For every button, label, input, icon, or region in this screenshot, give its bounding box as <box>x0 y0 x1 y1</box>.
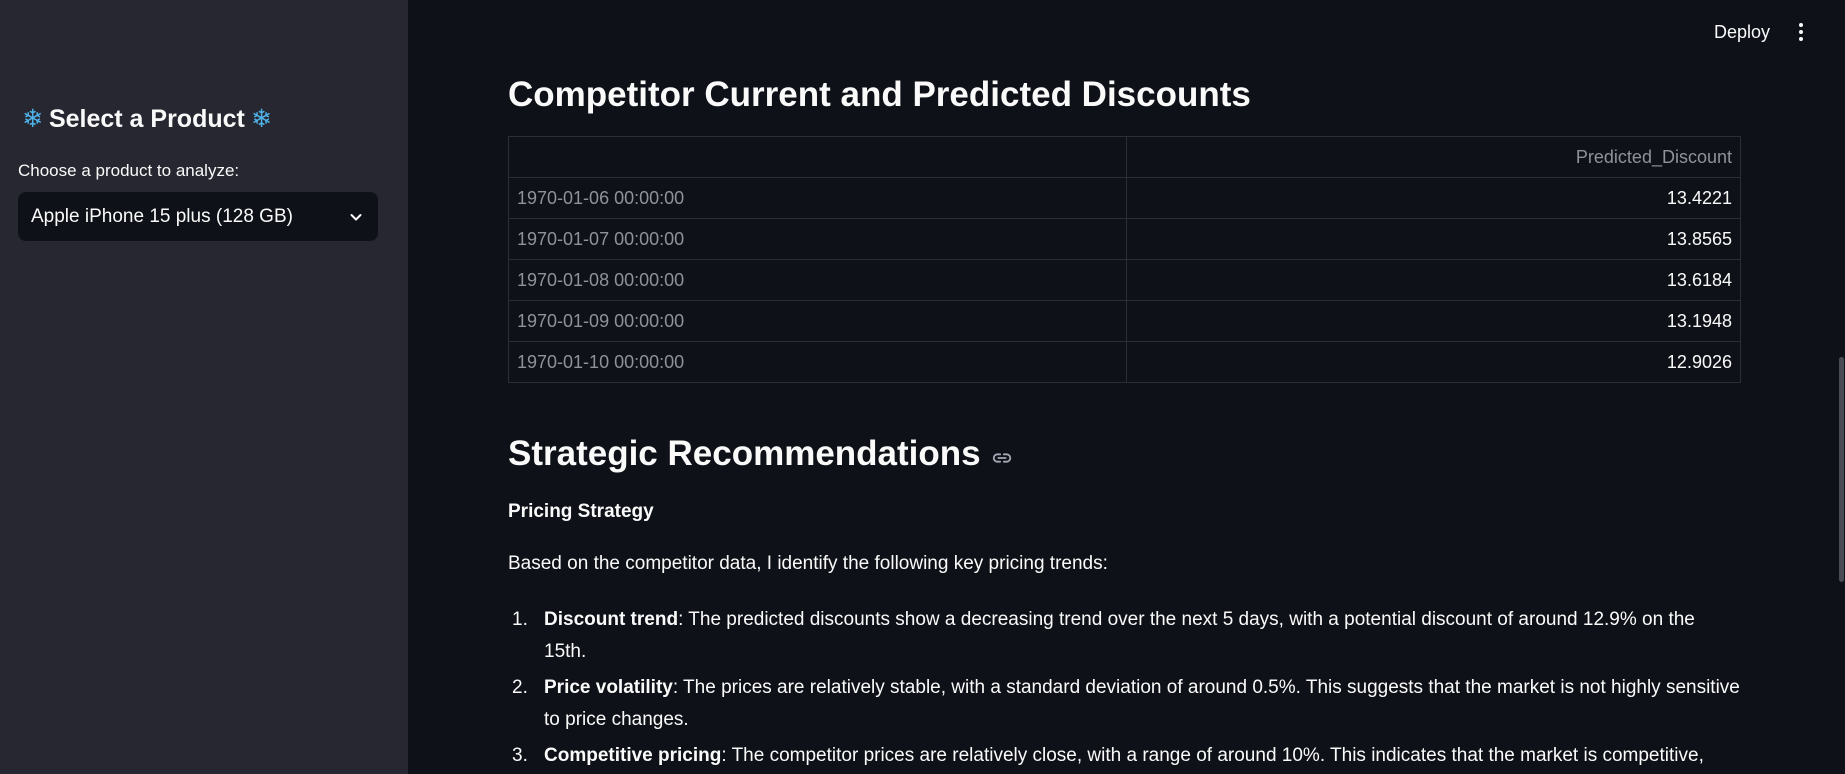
list-item-term: Discount trend <box>544 609 679 630</box>
list-item-text: : The predicted discounts show a decreas… <box>544 609 1695 662</box>
list-item: 2. Price volatility: The prices are rela… <box>508 672 1740 736</box>
pricing-strategy-label: Pricing Strategy <box>508 501 654 522</box>
table-row: 1970-01-06 00:00:00 13.4221 <box>508 177 1741 219</box>
sidebar: ❄ Select a Product ❄ Choose a product to… <box>0 0 408 774</box>
product-select-label: Choose a product to analyze: <box>18 161 240 180</box>
list-item: 3. Competitive pricing: The competitor p… <box>508 740 1740 774</box>
table-cell-value: 12.9026 <box>1126 341 1741 383</box>
table-cell-index: 1970-01-06 00:00:00 <box>508 177 1127 219</box>
discounts-table: Predicted_Discount 1970-01-06 00:00:00 1… <box>508 136 1741 383</box>
recommendations-list: 1. Discount trend: The predicted discoun… <box>508 604 1740 774</box>
snowflake-icon: ❄ <box>250 105 272 133</box>
list-item-term: Price volatility <box>544 677 673 698</box>
list-item-number: 2. <box>512 677 528 698</box>
recommendations-heading-text: Strategic Recommendations <box>508 434 981 473</box>
recommendations-heading: Strategic Recommendations <box>508 434 1013 474</box>
table-cell-value: 13.1948 <box>1126 300 1741 342</box>
intro-paragraph: Based on the competitor data, I identify… <box>508 553 1108 574</box>
scrollbar-thumb[interactable] <box>1839 357 1844 582</box>
list-item-number: 1. <box>512 609 528 630</box>
table-header-index <box>508 136 1127 178</box>
table-cell-value: 13.4221 <box>1126 177 1741 219</box>
table-row: 1970-01-08 00:00:00 13.6184 <box>508 259 1741 301</box>
table-cell-value: 13.8565 <box>1126 218 1741 260</box>
table-row: 1970-01-09 00:00:00 13.1948 <box>508 300 1741 342</box>
table-cell-index: 1970-01-08 00:00:00 <box>508 259 1127 301</box>
sidebar-title: ❄ Select a Product ❄ <box>22 104 272 134</box>
list-item-text: : The prices are relatively stable, with… <box>544 677 1740 730</box>
table-header-predicted-discount: Predicted_Discount <box>1126 136 1741 178</box>
list-item-term: Competitive pricing <box>544 745 722 766</box>
table-cell-value: 13.6184 <box>1126 259 1741 301</box>
table-row: 1970-01-07 00:00:00 13.8565 <box>508 218 1741 260</box>
chevron-down-icon <box>350 213 362 220</box>
list-item-number: 3. <box>512 745 528 766</box>
link-icon[interactable] <box>991 447 1013 469</box>
deploy-button[interactable]: Deploy <box>1700 18 1784 47</box>
table-cell-index: 1970-01-07 00:00:00 <box>508 218 1127 260</box>
list-item: 1. Discount trend: The predicted discoun… <box>508 604 1740 668</box>
product-select[interactable]: Apple iPhone 15 plus (128 GB) <box>18 192 378 241</box>
snowflake-icon: ❄ <box>22 105 43 133</box>
table-header-row: Predicted_Discount <box>508 136 1741 178</box>
table-row: 1970-01-10 00:00:00 12.9026 <box>508 341 1741 383</box>
table-cell-index: 1970-01-09 00:00:00 <box>508 300 1127 342</box>
table-cell-index: 1970-01-10 00:00:00 <box>508 341 1127 383</box>
sidebar-title-text: Select a Product <box>48 104 245 133</box>
discounts-heading: Competitor Current and Predicted Discoun… <box>508 75 1251 114</box>
more-vertical-icon[interactable] <box>1790 18 1812 46</box>
product-select-value: Apple iPhone 15 plus (128 GB) <box>31 205 293 227</box>
